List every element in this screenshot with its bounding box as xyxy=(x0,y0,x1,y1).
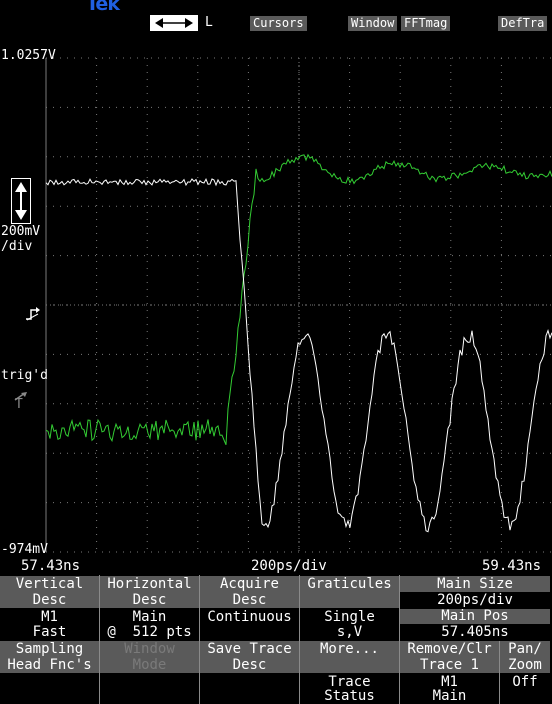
menu-title: Remove/Clr xyxy=(407,641,492,657)
divider xyxy=(199,575,200,704)
menu-title: Sampling xyxy=(15,641,84,657)
horizontal-desc-button[interactable]: Horizontal Desc xyxy=(100,576,199,608)
menu-value: Single xyxy=(324,609,375,625)
softkey-menu: Vertical Desc M1 Fast Horizontal Desc Ma… xyxy=(0,575,552,704)
pan-zoom-value: Off xyxy=(500,674,550,690)
divider xyxy=(399,575,400,704)
main-size-button[interactable]: Main Size xyxy=(400,576,550,592)
menu-title: Vertical xyxy=(15,576,84,592)
divider xyxy=(299,575,300,704)
vertical-desc-value: M1 Fast xyxy=(0,609,99,640)
remove-clr-value: M1 Main xyxy=(400,674,499,704)
vertical-scale-unit: /div xyxy=(1,239,33,254)
menu-value: Off xyxy=(512,674,538,690)
menu-value: Status xyxy=(324,688,375,704)
menu-value: Continuous xyxy=(207,609,292,625)
menu-value: 57.405ns xyxy=(441,624,509,640)
menu-title: Main Size xyxy=(437,576,513,592)
menu-title: Pan/ xyxy=(508,641,542,657)
menu-subtitle: Zoom xyxy=(508,657,542,673)
waveform-display[interactable] xyxy=(0,0,552,575)
graticules-button[interactable]: Graticules xyxy=(300,576,399,608)
menu-value: Fast xyxy=(32,624,67,640)
more-button[interactable]: More... xyxy=(300,641,399,673)
time-scale-readout: 200ps/div xyxy=(251,558,327,574)
pan-zoom-button[interactable]: Pan/ Zoom xyxy=(500,641,550,673)
menu-subtitle: Desc xyxy=(32,592,67,608)
main-pos-button[interactable]: Main Pos xyxy=(400,608,550,624)
top-level-readout: 1.0257V xyxy=(1,48,56,63)
sampling-head-fncs-button[interactable]: Sampling Head Fnc's xyxy=(0,641,99,673)
menu-title: Acquire xyxy=(219,576,279,592)
menu-value: Main xyxy=(132,609,167,625)
save-trace-desc-button[interactable]: Save Trace Desc xyxy=(200,641,299,673)
main-size-value: 200ps/div xyxy=(400,592,550,608)
menu-title: Window xyxy=(124,641,175,657)
trigger-level-icon xyxy=(25,306,41,325)
menu-subtitle: Desc xyxy=(132,592,167,608)
menu-value: s,V xyxy=(336,624,363,640)
divider xyxy=(99,575,100,704)
trace-status-value: Trace Status xyxy=(300,674,399,704)
menu-title: Horizontal xyxy=(107,576,192,592)
divider xyxy=(499,641,500,704)
time-start-readout: 57.43ns xyxy=(21,558,81,574)
main-pos-value: 57.405ns xyxy=(400,624,550,640)
trigger-status: trig'd xyxy=(1,368,48,383)
graticule xyxy=(45,57,552,553)
vertical-desc-button[interactable]: Vertical Desc xyxy=(0,576,99,608)
menu-value: @ 512 pts xyxy=(107,624,192,640)
menu-value: Main xyxy=(432,688,467,704)
acquire-desc-button[interactable]: Acquire Desc xyxy=(200,576,299,608)
menu-subtitle: Trace 1 xyxy=(419,657,479,673)
graticules-value: Single s,V xyxy=(300,609,399,640)
vertical-scale-value: 200mV xyxy=(1,224,41,239)
trigger-marker: T xyxy=(15,397,23,412)
updown-arrow-icon xyxy=(15,182,27,220)
horizontal-desc-value: Main @ 512 pts xyxy=(100,609,199,640)
acquire-desc-value: Continuous xyxy=(200,609,299,640)
menu-subtitle: Desc xyxy=(232,592,267,608)
window-mode-button[interactable]: Window Mode xyxy=(100,641,199,673)
remove-clr-trace-button[interactable]: Remove/Clr Trace 1 xyxy=(400,641,499,673)
menu-title: Save Trace xyxy=(207,641,292,657)
menu-subtitle: Desc xyxy=(232,657,267,673)
menu-title: Main Pos xyxy=(441,608,509,624)
menu-subtitle: Head Fnc's xyxy=(7,657,92,673)
menu-value: 200ps/div xyxy=(437,592,513,608)
vertical-scale-button[interactable] xyxy=(11,178,31,224)
menu-subtitle: Mode xyxy=(132,657,167,673)
bottom-level-readout: -974mV xyxy=(1,542,48,557)
menu-title: More... xyxy=(319,641,379,657)
time-end-readout: 59.43ns xyxy=(482,558,542,574)
menu-title: Graticules xyxy=(307,576,392,592)
menu-value: M1 xyxy=(41,609,58,625)
